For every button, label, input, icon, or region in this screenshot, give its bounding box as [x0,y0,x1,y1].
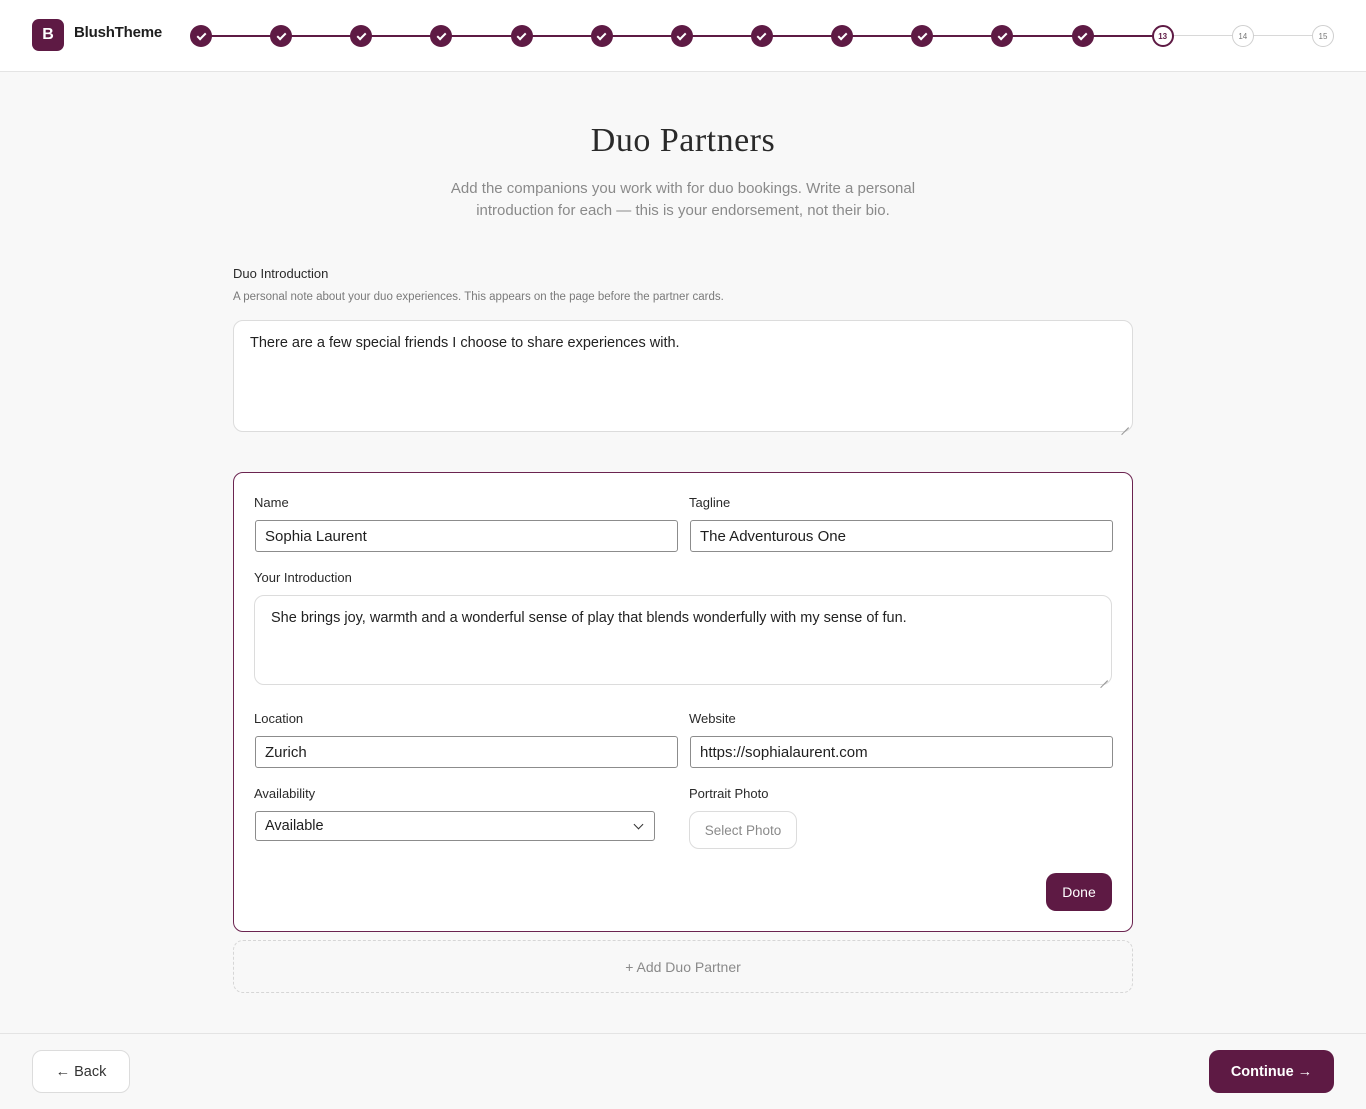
step-connector [681,35,762,37]
page-title: Duo Partners [590,122,776,159]
top-bar: B BlushTheme 13 14 15 [0,0,1366,72]
checkmark-icon [436,30,447,40]
progress-stepper: 13 14 15 [0,0,1366,72]
name-input[interactable]: Sophia Laurent [255,520,678,552]
step-connector [281,35,362,37]
step-2 [270,25,293,47]
done-button[interactable]: Done [1046,873,1112,911]
step-6 [590,25,613,47]
step-connector [1082,35,1163,37]
your-introduction-text: She brings joy, warmth and a wonderful s… [271,610,907,626]
step-connector [1162,35,1243,36]
step-3 [350,25,373,47]
tagline-input[interactable]: The Adventurous One [690,520,1113,552]
availability-label: Availability [254,786,316,801]
step-8 [750,25,773,47]
checkmark-icon [516,30,527,40]
step-connector [441,35,522,37]
step-7 [670,25,693,47]
checkmark-icon [917,30,928,40]
step-number: 14 [1238,31,1248,41]
step-number: 15 [1318,31,1328,41]
website-label: Website [689,711,736,726]
step-12 [1071,25,1094,47]
step-15: 15 [1311,25,1334,47]
location-input[interactable]: Zurich [255,736,678,768]
step-13: 13 [1151,25,1174,47]
duo-intro-textarea[interactable]: There are a few special friends I choose… [233,320,1133,432]
step-connector [1002,35,1083,37]
step-4 [430,25,453,47]
checkmark-icon [196,30,206,40]
step-connector [201,35,282,37]
step-10 [911,25,934,47]
step-11 [991,25,1014,47]
step-connector [601,35,682,37]
step-number: 13 [1158,31,1168,41]
step-connector [922,35,1003,37]
tagline-label: Tagline [689,495,731,510]
resize-handle-icon[interactable] [1100,673,1108,681]
duo-intro-label: Duo Introduction [233,266,329,281]
footer-bar [0,1033,1366,1109]
step-connector [1242,35,1323,36]
back-button[interactable]: ← Back [32,1050,130,1093]
checkmark-icon [757,30,767,40]
step-connector [761,35,843,37]
chevron-down-icon [633,819,644,830]
checkmark-icon [837,30,848,40]
location-label: Location [254,711,304,726]
checkmark-icon [997,30,1008,40]
availability-selected-value: Available [265,818,324,834]
name-label: Name [254,495,289,510]
portrait-photo-label: Portrait Photo [689,786,769,801]
checkmark-icon [676,30,687,40]
checkmark-icon [276,30,287,40]
checkmark-icon [356,30,367,40]
website-input[interactable]: https://sophialaurent.com [690,736,1113,768]
step-5 [510,25,533,47]
duo-intro-hint: A personal note about your duo experienc… [233,291,724,303]
select-photo-button[interactable]: Select Photo [689,811,797,849]
your-introduction-textarea[interactable]: She brings joy, warmth and a wonderful s… [254,595,1112,685]
continue-button[interactable]: Continue → [1209,1050,1334,1093]
checkmark-icon [1077,30,1088,40]
duo-intro-text: There are a few special friends I choose… [250,335,680,351]
page-subtitle: Add the companions you work with for duo… [450,180,916,219]
availability-select[interactable]: Available [255,811,655,841]
your-introduction-label: Your Introduction [254,570,352,585]
step-connector [361,35,442,37]
resize-handle-icon[interactable] [1121,420,1129,428]
add-duo-partner-button[interactable]: + Add Duo Partner [233,940,1133,993]
step-14: 14 [1231,25,1254,47]
step-connector [842,35,923,37]
step-1 [190,25,212,47]
step-9 [831,25,854,47]
checkmark-icon [596,30,607,40]
step-connector [521,35,602,37]
